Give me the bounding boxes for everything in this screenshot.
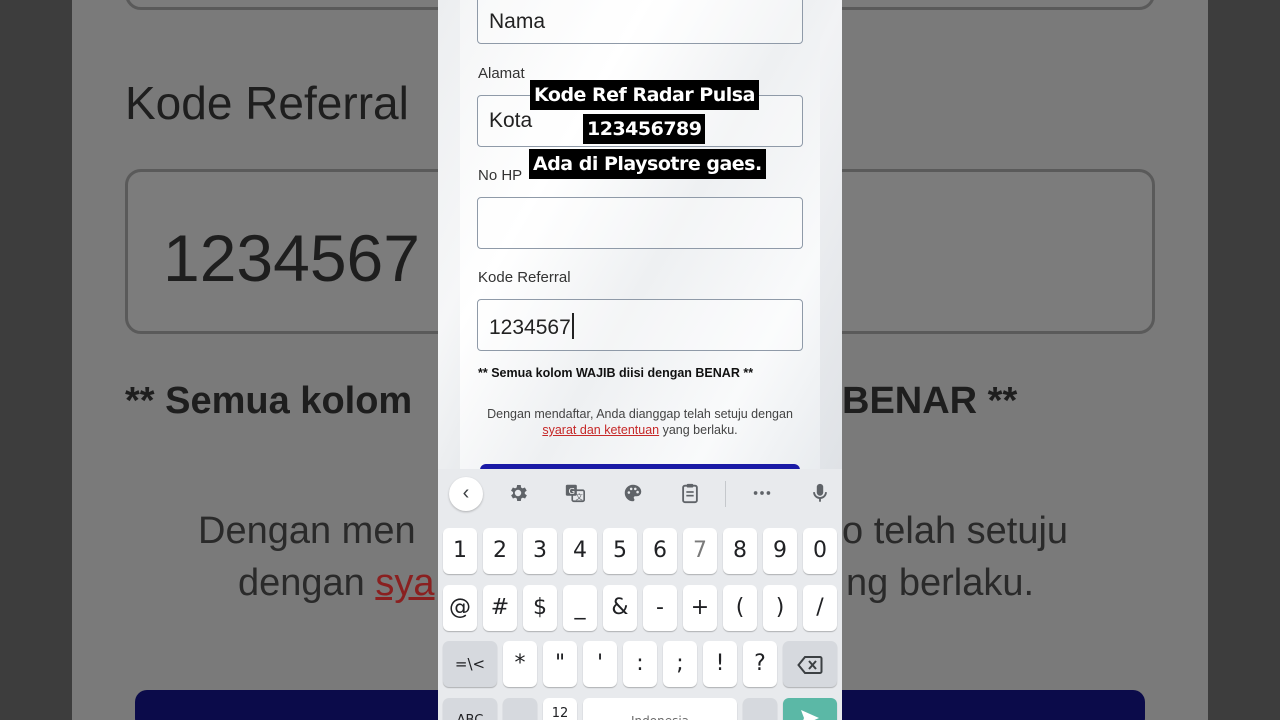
key-semicolon[interactable]: ; <box>663 641 697 687</box>
key-1[interactable]: 1 <box>443 528 477 574</box>
send-key[interactable] <box>783 698 837 720</box>
key-6[interactable]: 6 <box>643 528 677 574</box>
toolbar-divider <box>725 481 726 507</box>
key-plus[interactable]: + <box>683 585 717 631</box>
more-icon[interactable] <box>750 482 774 506</box>
theme-palette-icon[interactable] <box>621 482 645 506</box>
key-8[interactable]: 8 <box>723 528 757 574</box>
nama-value: Nama <box>489 10 546 33</box>
phone-screen: Nama Alamat Kota No HP Kode Referral 123… <box>438 0 842 720</box>
background-terms-line2-left: dengan sya <box>238 562 435 604</box>
key-4[interactable]: 4 <box>563 528 597 574</box>
key-period[interactable] <box>743 698 777 720</box>
background-terms-line2-right: ng berlaku. <box>846 562 1035 604</box>
key-single-quote[interactable]: ' <box>583 641 617 687</box>
mic-icon[interactable] <box>808 482 832 506</box>
key-0[interactable]: 0 <box>803 528 837 574</box>
referral-field[interactable]: 1234567 <box>477 299 803 351</box>
clipboard-icon[interactable] <box>678 482 702 506</box>
key-paren-open[interactable]: ( <box>723 585 757 631</box>
video-frame: Kode Referral 1234567 ** Semua kolom BEN… <box>0 0 1280 720</box>
registration-form: Nama Alamat Kota No HP Kode Referral 123… <box>438 0 842 474</box>
key-7[interactable]: 7 <box>683 528 717 574</box>
background-required-right: BENAR ** <box>842 380 1018 422</box>
alamat-label: Alamat <box>478 65 525 82</box>
backspace-key[interactable] <box>783 641 837 687</box>
key-minus[interactable]: - <box>643 585 677 631</box>
nohp-field[interactable] <box>477 197 803 249</box>
soft-keyboard: ‹ G文 1 2 3 4 5 6 7 8 9 0 @ # $ _ & - + (… <box>438 469 842 720</box>
key-double-quote[interactable]: " <box>543 641 577 687</box>
terms-text: Dengan mendaftar, Anda dianggap telah se… <box>487 407 793 437</box>
back-icon[interactable]: ‹ <box>449 477 483 511</box>
key-question[interactable]: ? <box>743 641 777 687</box>
settings-icon[interactable] <box>506 482 530 506</box>
background-required-left: ** Semua kolom <box>125 380 413 422</box>
key-numpad[interactable]: 12 <box>543 698 577 720</box>
nohp-label: No HP <box>478 167 523 184</box>
background-input-value: 1234567 <box>163 221 420 295</box>
key-slash[interactable]: / <box>803 585 837 631</box>
background-terms-left: Dengan men <box>198 510 416 552</box>
svg-text:G: G <box>569 486 575 496</box>
key-ampersand[interactable]: & <box>603 585 637 631</box>
background-heading: Kode Referral <box>125 77 409 129</box>
backspace-icon <box>797 655 823 674</box>
key-colon[interactable]: : <box>623 641 657 687</box>
key-abc[interactable]: ABC <box>443 698 497 720</box>
caption-line-3: Ada di Playsotre gaes. <box>529 149 766 179</box>
space-key[interactable]: Indonesia <box>583 698 737 720</box>
svg-text:文: 文 <box>575 492 583 501</box>
translate-icon[interactable]: G文 <box>563 482 587 506</box>
key-at[interactable]: @ <box>443 585 477 631</box>
alamat-value: Kota <box>489 109 533 132</box>
key-2[interactable]: 2 <box>483 528 517 574</box>
keyboard-toolbar: ‹ G文 <box>438 469 842 519</box>
key-5[interactable]: 5 <box>603 528 637 574</box>
key-emoji[interactable] <box>503 698 537 720</box>
referral-value-text: 1234567 <box>489 316 571 339</box>
caption-line-1: Kode Ref Radar Pulsa <box>530 80 759 110</box>
send-icon <box>801 710 819 720</box>
background-terms-right: o telah setuju <box>842 510 1069 552</box>
key-underscore[interactable]: _ <box>563 585 597 631</box>
key-paren-close[interactable]: ) <box>763 585 797 631</box>
key-dollar[interactable]: $ <box>523 585 557 631</box>
required-note: ** Semua kolom WAJIB diisi dengan BENAR … <box>478 366 754 380</box>
terms-link[interactable]: syarat dan ketentuan <box>542 423 659 437</box>
key-exclamation[interactable]: ! <box>703 641 737 687</box>
referral-input-value: 1234567 <box>489 313 574 340</box>
key-hash[interactable]: # <box>483 585 517 631</box>
key-more-symbols[interactable]: =\< <box>443 641 497 687</box>
nama-field[interactable]: Nama <box>477 0 803 44</box>
caption-line-2: 123456789 <box>583 114 706 144</box>
text-caret <box>571 313 574 339</box>
key-3[interactable]: 3 <box>523 528 557 574</box>
key-9[interactable]: 9 <box>763 528 797 574</box>
key-asterisk[interactable]: * <box>503 641 537 687</box>
referral-label: Kode Referral <box>478 269 571 286</box>
